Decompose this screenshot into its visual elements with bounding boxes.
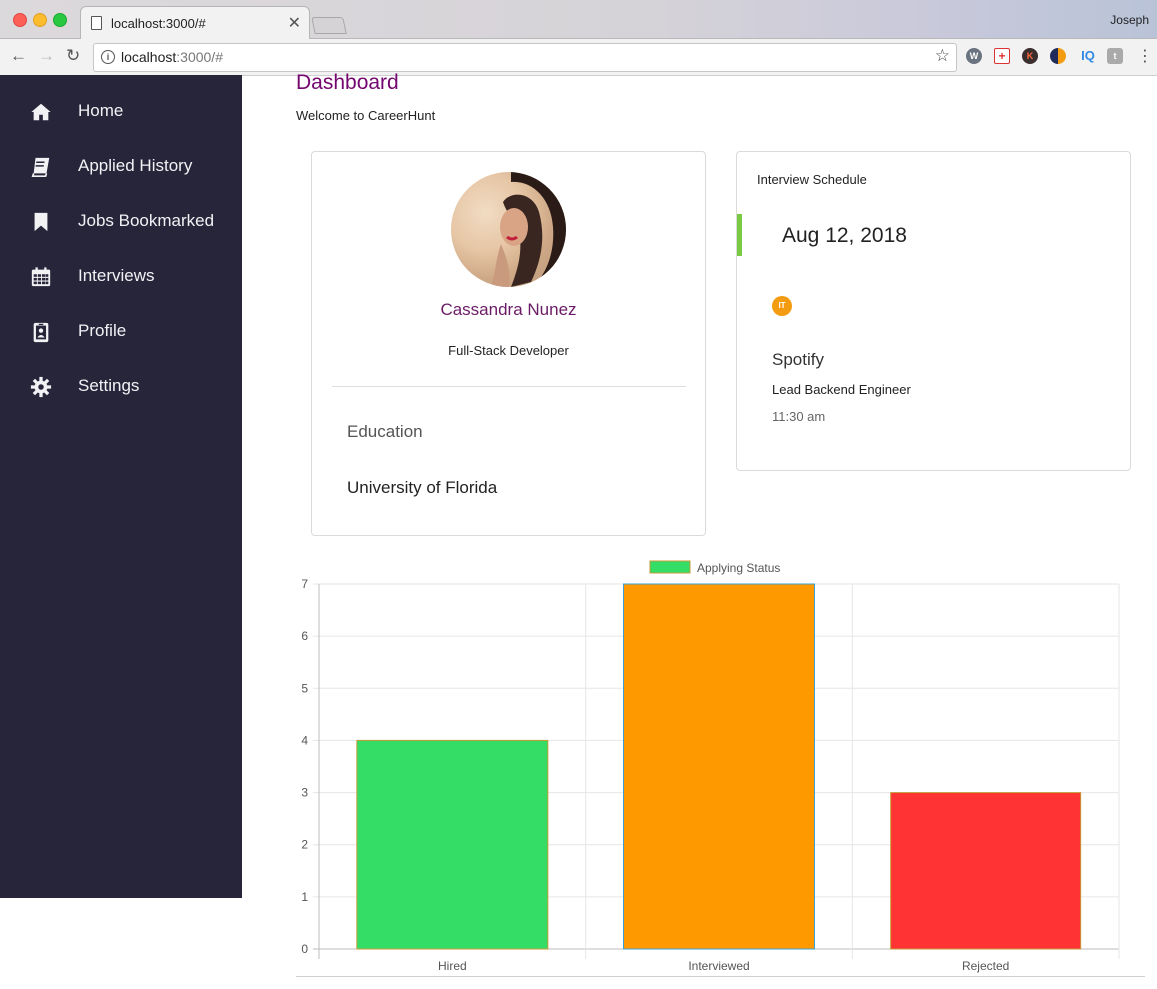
back-arrow-icon[interactable]: ← [10,46,27,66]
forward-arrow-icon[interactable]: → [38,46,55,66]
bookmark-icon [34,212,48,232]
profile-name: Cassandra Nunez [440,300,577,319]
sidebar-item-settings[interactable]: Settings [0,365,242,409]
sidebar-item-label: Jobs Bookmarked [78,211,215,230]
chart-bottom-rule [296,976,1145,977]
y-tick-label: 0 [301,942,308,956]
x-tick-label: Hired [438,959,467,973]
page-subtitle: Welcome to CareerHunt [296,108,436,123]
browser-tab-bar: localhost:3000/# ✕ Joseph [0,0,1157,40]
bar-interviewed [623,583,815,950]
interview-schedule-card: Interview Schedule Aug 12, 2018 IT Spoti… [736,151,1131,471]
x-tick-label: Rejected [962,959,1009,973]
sidebar-item-label: Profile [78,321,127,340]
bookmark-star-icon[interactable]: ☆ [935,46,950,66]
y-tick-label: 3 [301,786,308,800]
extension-plus-icon[interactable]: + [994,48,1010,64]
tab-title: localhost:3000/# [111,16,206,31]
extension-t-icon[interactable]: t [1107,48,1123,64]
extension-circle-icon[interactable] [1050,48,1066,64]
page-title: Dashboard [296,71,399,94]
sidebar: Home Applied History Jobs Bookmarked Int… [0,75,242,898]
reload-icon[interactable]: ↻ [66,46,80,66]
url-text[interactable]: localhost:3000/# [121,49,223,65]
interview-category-badge: IT [772,296,792,316]
interview-time: 11:30 am [772,409,826,424]
interview-company: Spotify [772,350,824,369]
profile-divider [332,386,686,387]
document-icon [91,16,102,30]
book-icon [31,157,50,177]
legend-label: Applying Status [697,561,780,575]
browser-menu-icon[interactable]: ⋮ [1137,46,1153,66]
calendar-icon [31,267,51,287]
address-bar[interactable]: i localhost:3000/# ☆ [93,43,957,72]
close-window-button[interactable] [13,13,27,27]
profile-role: Full-Stack Developer [448,343,569,358]
bar-rejected [890,792,1082,950]
y-tick-label: 6 [301,629,308,643]
gear-icon [30,376,52,398]
new-tab-button[interactable] [311,17,347,34]
y-tick-label: 4 [301,733,308,747]
sidebar-item-label: Home [78,101,124,120]
interview-accent-bar [737,214,742,256]
info-icon[interactable]: i [101,50,115,64]
interview-date: Aug 12, 2018 [782,224,907,247]
tab-close-icon[interactable]: ✕ [288,13,301,33]
y-tick-label: 1 [301,890,308,904]
avatar-portrait [491,172,566,287]
browser-profile-name[interactable]: Joseph [1110,13,1149,27]
sidebar-item-home[interactable]: Home [0,90,242,134]
x-tick-label: Interviewed [688,959,749,973]
minimize-window-button[interactable] [33,13,47,27]
sidebar-item-label: Settings [78,376,140,395]
browser-tab[interactable]: localhost:3000/# ✕ [80,6,310,40]
address-toolbar: ← → ↻ i localhost:3000/# ☆ W + K IQ t ⋮ [0,39,1157,76]
legend-swatch [649,560,691,574]
interview-position: Lead Backend Engineer [772,382,911,397]
interview-card-title: Interview Schedule [757,172,867,187]
education-label: Education [347,422,423,441]
sidebar-item-applied-history[interactable]: Applied History [0,145,242,189]
sidebar-item-jobs-bookmarked[interactable]: Jobs Bookmarked [0,200,242,244]
bar-hired [356,739,549,950]
profile-card: Cassandra Nunez Full-Stack Developer Edu… [311,151,706,536]
y-tick-label: 5 [301,681,308,695]
bar-chart: 0 1 2 3 4 5 6 7 Hired Interviewed Rejected Applying… [301,560,1120,973]
sidebar-item-label: Interviews [78,266,155,285]
id-badge-icon [33,322,49,343]
avatar [451,172,566,287]
maximize-window-button[interactable] [53,13,67,27]
y-tick-label: 7 [301,577,308,591]
extension-k-icon[interactable]: K [1022,48,1038,64]
education-value: University of Florida [347,478,498,497]
applying-status-chart: 0 1 2 3 4 5 6 7 Hired Interviewed Rejected Applying… [280,555,1140,980]
extension-w-icon[interactable]: W [966,48,982,64]
sidebar-item-label: Applied History [78,156,193,175]
sidebar-item-interviews[interactable]: Interviews [0,255,242,299]
y-tick-label: 2 [301,838,308,852]
extension-iq-icon[interactable]: IQ [1078,48,1098,64]
home-icon [31,103,51,121]
sidebar-item-profile[interactable]: Profile [0,310,242,354]
